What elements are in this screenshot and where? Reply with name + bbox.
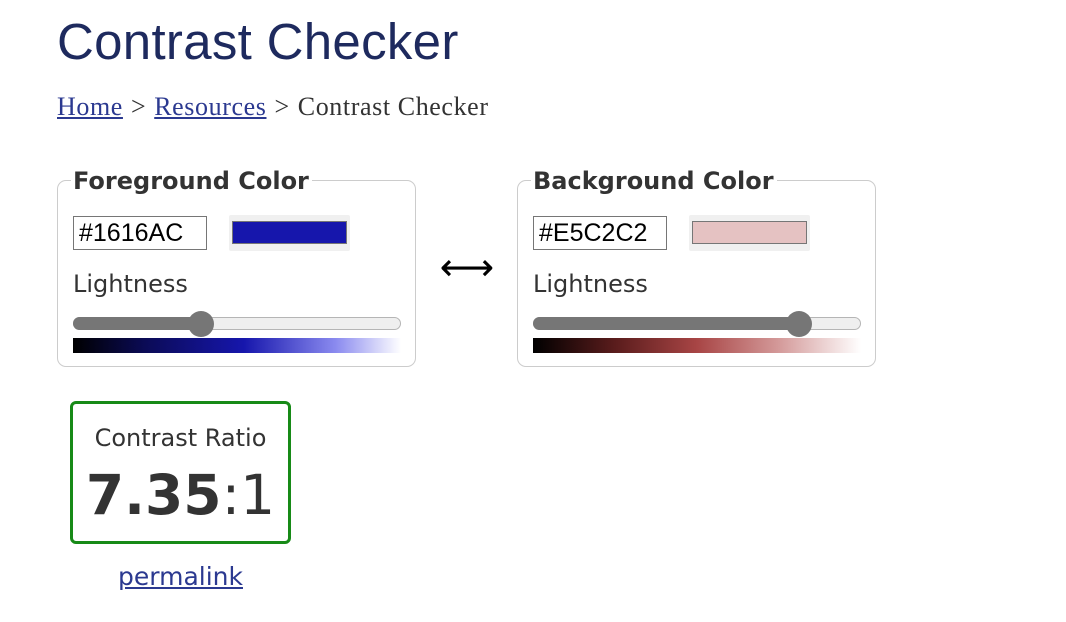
foreground-color-legend: Foreground Color: [71, 167, 312, 195]
foreground-lightness-gradient: [73, 338, 401, 353]
foreground-hex-input[interactable]: [73, 216, 207, 250]
breadcrumb-link-resources[interactable]: Resources: [154, 92, 266, 121]
foreground-color-picker[interactable]: [229, 215, 350, 251]
background-hex-input[interactable]: [533, 216, 667, 250]
foreground-color-panel: Foreground Color Lightness: [57, 167, 416, 367]
contrast-ratio-number: 7.35: [85, 463, 222, 527]
contrast-ratio-value: 7.35:1: [73, 462, 288, 528]
background-slider-fill: [533, 317, 799, 330]
background-color-panel: Background Color Lightness: [517, 167, 876, 367]
foreground-lightness-label: Lightness: [73, 270, 188, 298]
foreground-lightness-slider[interactable]: [73, 317, 401, 330]
background-slider-thumb[interactable]: [785, 311, 812, 337]
background-lightness-gradient: [533, 338, 861, 353]
breadcrumb-link-home[interactable]: Home: [57, 92, 123, 121]
permalink-link[interactable]: permalink: [118, 562, 243, 591]
swap-arrows-icon[interactable]: ⟷: [439, 244, 495, 290]
background-color-legend: Background Color: [531, 167, 777, 195]
contrast-ratio-suffix: :1: [221, 463, 276, 527]
foreground-color-swatch: [232, 221, 347, 244]
breadcrumb-separator: >: [274, 92, 290, 121]
background-color-picker[interactable]: [689, 215, 810, 251]
background-lightness-label: Lightness: [533, 270, 648, 298]
contrast-ratio-label: Contrast Ratio: [94, 424, 267, 452]
foreground-slider-fill: [73, 317, 201, 330]
background-lightness-slider[interactable]: [533, 317, 861, 330]
background-color-swatch: [692, 221, 807, 244]
page-title: Contrast Checker: [57, 13, 459, 70]
breadcrumb-separator: >: [130, 92, 147, 121]
breadcrumb: Home > Resources > Contrast Checker: [57, 92, 489, 122]
breadcrumb-current: Contrast Checker: [297, 92, 489, 121]
contrast-ratio-box: Contrast Ratio 7.35:1: [70, 401, 291, 544]
foreground-slider-thumb[interactable]: [187, 311, 214, 337]
